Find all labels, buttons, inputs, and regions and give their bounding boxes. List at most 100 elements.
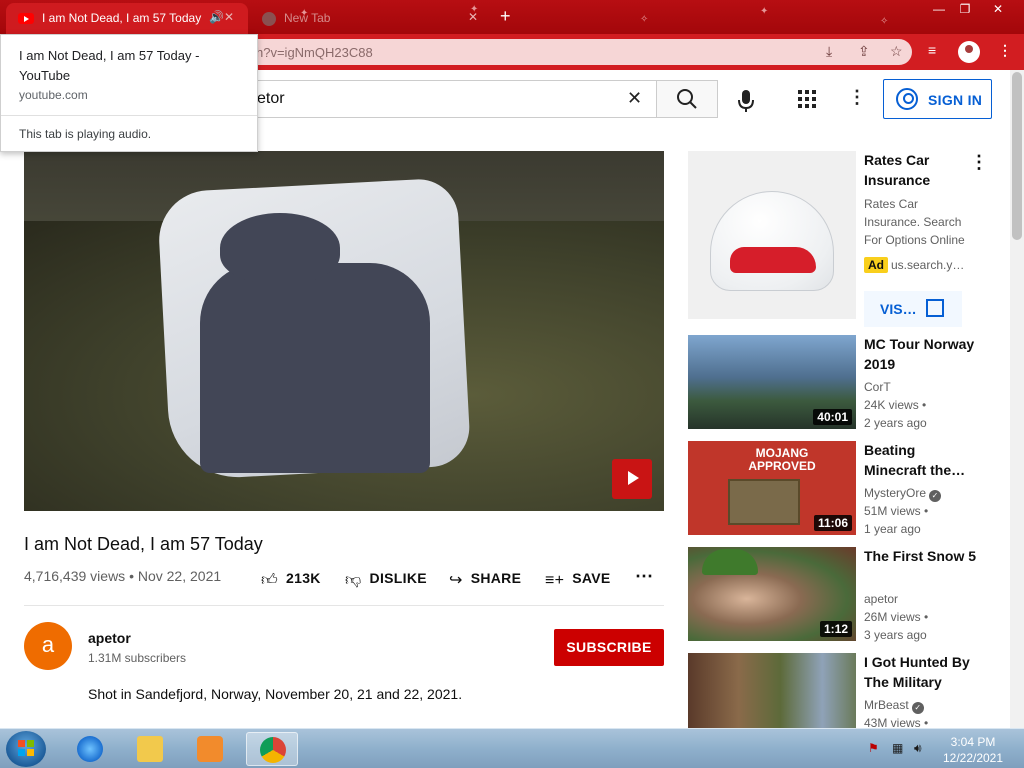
hover-card-audio-status: This tab is playing audio. [19,127,152,141]
video-duration: 1:12 [819,621,852,637]
share-page-icon[interactable]: ⇪ [858,43,870,60]
clear-search-icon[interactable]: ✕ [627,88,642,109]
share-button[interactable]: ↪ SHARE [449,570,521,590]
recommendation-title[interactable]: I Got Hunted By The Military [864,652,976,692]
sign-in-label: SIGN IN [928,92,983,108]
clock-time: 3:04 PM [950,735,996,749]
video-duration: 11:06 [813,515,852,531]
microphone-icon [738,90,754,112]
media-controls-icon[interactable]: ≡ [928,42,936,58]
channel-avatar[interactable]: a [24,622,72,670]
recommendation-channel[interactable]: MysteryOre ✓ [864,486,942,502]
browser-titlebar: ✦ ✦ ✧ ✦ ✧ I am Not Dead, I am 57 Today -… [0,0,1024,34]
recommendation-views: 24K views • [864,398,927,412]
decorative-sparkle: ✧ [880,16,889,27]
like-button[interactable]: 👍︎ 213K [261,570,321,590]
ad-glass-dome-image [710,191,834,291]
verified-check-icon: ✓ [929,490,942,502]
ad-domain: us.search.y… [891,258,965,272]
thumbnail-green-hat [702,549,758,575]
recommendation-channel-name: MrBeast [864,698,909,712]
taskbar-media-player[interactable] [184,732,236,766]
recommendation-channel[interactable]: CorT [864,380,891,394]
channel-name[interactable]: apetor [88,630,131,646]
minimize-window-icon[interactable]: — [926,2,952,20]
more-actions-icon[interactable]: ⋯ [635,566,653,587]
thumbs-down-icon: 👎︎ [345,572,362,589]
subscribe-button[interactable]: SUBSCRIBE [554,629,664,666]
recommendation-thumbnail[interactable]: 1:12 [688,547,856,641]
external-link-icon [926,299,944,317]
recommendation-channel[interactable]: MrBeast ✓ [864,698,924,714]
ad-car-image [730,247,816,273]
tab-title: I am Not Dead, I am 57 Today - YouTube [42,11,202,25]
video-title: I am Not Dead, I am 57 Today [24,534,263,554]
account-circle-icon [896,88,918,110]
youtube-favicon-icon [18,13,34,24]
recommendation-thumbnail[interactable] [688,653,856,728]
search-icon [677,89,697,109]
recommendation-thumbnail[interactable]: MOJANG APPROVED 11:06 [688,441,856,535]
recommendation-thumbnail[interactable]: 40:01 [688,335,856,429]
tab-new-tab[interactable]: New Tab ✕ [252,3,492,34]
save-button[interactable]: ≡+ SAVE [545,570,611,590]
recommendation-title[interactable]: Beating Minecraft the… [864,440,976,480]
add-to-playlist-icon: ≡+ [545,572,565,589]
recommendation-channel[interactable]: apetor [864,592,898,606]
ad-options-icon[interactable]: ⋮ [970,152,988,173]
ad-visit-label: VIS… [880,301,917,317]
share-label: SHARE [470,570,522,586]
taskbar-file-explorer[interactable] [124,732,176,766]
tab-close-icon[interactable]: ✕ [224,10,234,24]
recommendation-age: 1 year ago [864,522,921,536]
volume-icon[interactable]: 🔊︎ [914,741,922,756]
taskbar-chrome[interactable] [246,732,298,766]
recommendation-views: 51M views • [864,504,929,518]
subscribe-watermark-icon[interactable] [612,459,652,499]
taskbar-internet-explorer[interactable] [64,732,116,766]
tab-hover-card: I am Not Dead, I am 57 Today - YouTube y… [0,34,258,152]
network-icon[interactable]: ▦ [892,741,903,755]
video-view-count-and-date: 4,716,439 views • Nov 22, 2021 [24,568,222,584]
start-button[interactable] [6,731,46,767]
windows-taskbar: ⚑ ▦ 🔊︎ 3:04 PM 12/22/2021 [0,728,1024,768]
speaker-icon[interactable]: 🔊 [209,10,224,24]
save-label: SAVE [572,570,611,586]
new-tab-plus-icon[interactable]: + [500,6,511,27]
youtube-apps-grid-icon[interactable] [797,89,817,114]
restore-window-icon[interactable]: ❐ [952,2,978,20]
settings-more-icon[interactable]: ⋮ [848,87,866,108]
recommendation-title[interactable]: MC Tour Norway 2019 [864,334,976,374]
chrome-menu-icon[interactable]: ⋮ [998,42,1012,59]
close-window-icon[interactable]: ✕ [985,2,1011,20]
channel-subscriber-count: 1.31M subscribers [88,651,187,665]
bookmark-star-icon[interactable]: ☆ [890,43,903,60]
recommendation-age: 2 years ago [864,416,927,430]
sign-in-button[interactable]: SIGN IN [883,79,992,119]
dislike-button[interactable]: 👎︎ DISLIKE [345,570,427,590]
system-clock[interactable]: 3:04 PM 12/22/2021 [938,734,1008,766]
profile-avatar-icon[interactable] [958,41,980,63]
address-bar-url: h?v=igNmQH23C88 [256,45,373,60]
recommendation-title[interactable]: The First Snow 5 [864,546,976,566]
page-scrollbar[interactable] [1010,70,1024,728]
search-input[interactable]: etor ✕ [240,80,656,118]
thumbnail-caption: MOJANG APPROVED [748,446,816,473]
scrollbar-thumb[interactable] [1012,72,1022,240]
media-player-icon [197,736,223,762]
like-count: 213K [286,570,321,586]
tab-youtube-active[interactable]: I am Not Dead, I am 57 Today - YouTube 🔊… [6,3,248,34]
search-button[interactable] [656,80,718,118]
tab-close-icon[interactable]: ✕ [468,10,478,24]
action-center-icon[interactable]: ⚑ [868,741,879,755]
video-duration: 40:01 [813,409,852,425]
ad-visit-button[interactable]: VIS… [864,291,962,327]
voice-search-button[interactable] [728,82,764,118]
decorative-sparkle: ✧ [640,14,649,25]
recommendation-age: 3 years ago [864,628,927,642]
ad-thumbnail[interactable] [688,151,856,319]
video-player[interactable] [24,151,664,511]
clock-date: 12/22/2021 [942,751,1004,765]
ad-title[interactable]: Rates Car Insurance [864,150,964,190]
install-app-icon[interactable]: ⤓ [826,43,832,60]
